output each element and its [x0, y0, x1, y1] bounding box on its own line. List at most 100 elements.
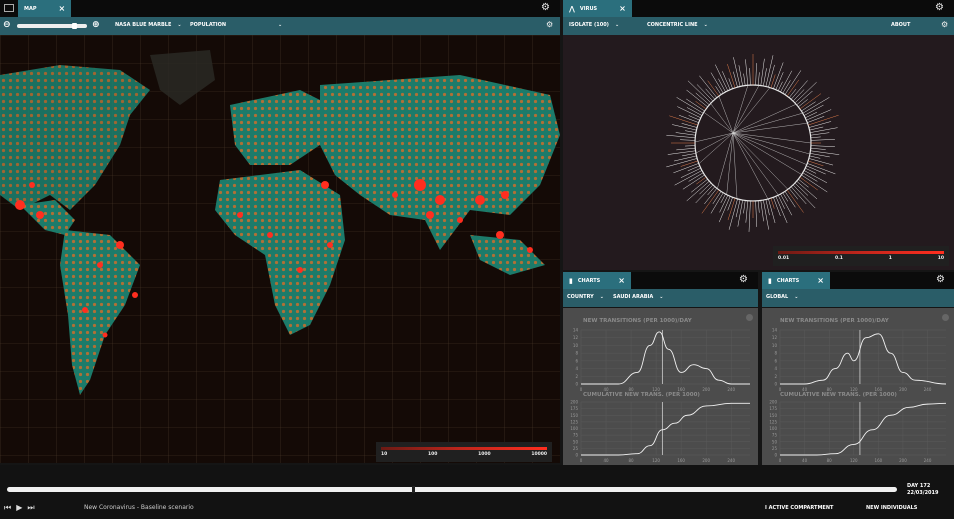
virus-toolbar: ISOLATE (100) ⌄ CONCENTRIC LINE ⌄ ABOUT … — [563, 17, 954, 35]
y-tick-label: 8 — [774, 351, 777, 356]
tree-branch — [810, 127, 838, 133]
phylogenetic-tree[interactable] — [563, 35, 954, 270]
y-tick-label: 2 — [575, 374, 578, 379]
tree-branch — [705, 88, 716, 100]
tree-branch — [696, 84, 714, 102]
x-tick-label: 200 — [702, 387, 710, 392]
world-map[interactable] — [0, 35, 560, 463]
y-tick-label: 25 — [573, 446, 579, 451]
new-transitions-chart[interactable]: 024681012140 40 80 120 160 200 240 — [563, 324, 758, 394]
tree-branch — [809, 155, 821, 159]
layout-select[interactable]: CONCENTRIC LINE ⌄ — [647, 22, 708, 28]
scope-select-left[interactable]: COUNTRY ⌄ — [567, 294, 604, 300]
chart-options-icon[interactable] — [746, 314, 753, 321]
y-tick-label: 4 — [575, 366, 578, 371]
virus-legend: 0.01 0.1 1 10 — [773, 246, 949, 266]
tree-link — [717, 132, 734, 189]
x-tick-label: 240 — [727, 458, 735, 463]
tree-branch — [695, 184, 714, 204]
x-tick-label: 200 — [899, 387, 907, 392]
skip-back-icon[interactable]: ⏮ — [4, 503, 11, 513]
map-legend-bar — [381, 447, 547, 450]
isolate-select[interactable]: ISOLATE (100) ⌄ — [569, 22, 619, 28]
x-tick-label: 120 — [850, 458, 858, 463]
tree-branch — [775, 196, 788, 224]
charts-tabbar-left: ▮ CHARTS × ⚙ — [563, 272, 758, 289]
tree-branch — [757, 72, 760, 86]
tree-branch — [710, 72, 724, 94]
zoom-slider[interactable] — [17, 23, 87, 29]
tree-branch — [780, 193, 793, 216]
metric-select[interactable]: POPULATION ⌄ — [190, 22, 282, 28]
tree-branch — [743, 73, 746, 86]
y-tick-label: 125 — [570, 419, 578, 424]
layer-select[interactable]: NASA BLUE MARBLE ⌄ — [115, 22, 182, 28]
tree-branch — [810, 153, 830, 158]
tree-branch — [810, 147, 826, 150]
map-legend-label: 10 — [381, 452, 388, 457]
virus-legend-label: 10 — [937, 256, 944, 261]
phylo-tree-area — [563, 35, 954, 270]
settings-icon[interactable]: ⚙ — [941, 21, 948, 29]
y-tick-label: 0 — [774, 382, 777, 387]
charts-panel-right: ▮ CHARTS × ⚙ GLOBAL ⌄ NEW TRANSITIONS (P… — [762, 272, 954, 465]
tree-branch — [770, 198, 775, 209]
scope-select-right[interactable]: GLOBAL ⌄ — [766, 294, 798, 300]
scenario-label[interactable]: New Coronavirus - Baseline scenario — [84, 504, 194, 511]
zoom-in-icon[interactable]: ⊕ — [92, 20, 100, 30]
x-tick-label: 120 — [652, 458, 660, 463]
tree-branch — [678, 115, 699, 123]
skip-forward-icon[interactable]: ⏭ — [27, 503, 34, 513]
cumulative-transitions-chart[interactable]: 02550751001251501752000 40 80 120 160 200 240 — [563, 396, 758, 465]
new-transitions-chart[interactable]: 024681012140 40 80 120 160 200 240 — [762, 324, 954, 394]
play-icon[interactable]: ▶ — [16, 503, 22, 513]
tree-branch — [790, 80, 808, 100]
tab-map[interactable]: MAP × — [18, 0, 72, 17]
tree-branch — [686, 180, 710, 202]
tree-branch — [768, 64, 775, 88]
tab-charts-left[interactable]: ▮ CHARTS × — [563, 272, 631, 289]
tab-charts-right[interactable]: ▮ CHARTS × — [762, 272, 830, 289]
tree-branch — [765, 55, 774, 87]
y-tick-label: 4 — [774, 366, 777, 371]
timeline-handle[interactable] — [411, 486, 415, 493]
settings-icon[interactable]: ⚙ — [546, 21, 553, 29]
tree-link — [710, 103, 734, 134]
timeline-track[interactable] — [7, 486, 897, 493]
gear-icon[interactable]: ⚙ — [541, 3, 550, 13]
gear-icon[interactable]: ⚙ — [739, 275, 748, 285]
about-link[interactable]: ABOUT — [891, 22, 910, 28]
close-icon[interactable]: × — [59, 4, 66, 13]
gear-icon[interactable]: ⚙ — [936, 275, 945, 285]
tree-link — [732, 85, 760, 134]
tree-branch — [763, 68, 767, 86]
chevron-down-icon: ⌄ — [659, 294, 664, 300]
country-select[interactable]: SAUDI ARABIA ⌄ — [613, 294, 663, 300]
virus-legend-label: 1 — [888, 256, 892, 261]
individuals-label[interactable]: NEW INDIVIDUALS — [866, 505, 917, 511]
tree-branch — [798, 178, 809, 188]
compartment-label[interactable]: I ACTIVE COMPARTMENT — [765, 505, 833, 511]
tree-branch — [687, 80, 712, 104]
layer-select-value: NASA BLUE MARBLE — [115, 22, 172, 28]
tree-branch — [775, 72, 784, 90]
cumulative-transitions-chart[interactable]: 02550751001251501752000 40 80 120 160 200 240 — [762, 396, 954, 465]
zoom-slider-handle[interactable] — [72, 23, 78, 29]
gear-icon[interactable]: ⚙ — [935, 3, 944, 13]
tab-charts-label: CHARTS — [577, 277, 601, 284]
tree-branch — [805, 111, 818, 119]
zoom-out-icon[interactable]: ⊖ — [3, 20, 11, 30]
close-icon[interactable]: × — [618, 276, 625, 285]
x-tick-label: 0 — [580, 458, 583, 463]
map-tabbar: MAP × ⚙ — [0, 0, 560, 17]
close-icon[interactable]: × — [817, 276, 824, 285]
tab-virus[interactable]: ⋀ VIRUS × — [563, 0, 632, 17]
chart-options-icon[interactable] — [942, 314, 949, 321]
tree-branch — [676, 97, 704, 114]
tree-branch — [743, 200, 746, 214]
close-icon[interactable]: × — [619, 4, 626, 13]
y-tick-label: 14 — [573, 328, 579, 333]
metric-select-value: POPULATION — [190, 22, 227, 28]
scope-select-value: COUNTRY — [567, 294, 594, 300]
scope-select-value: GLOBAL — [766, 294, 789, 300]
